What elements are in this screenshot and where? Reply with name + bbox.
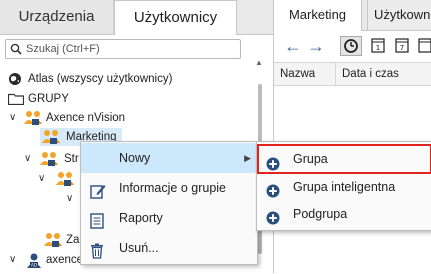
tree-item-child[interactable]: ∨ xyxy=(0,170,80,188)
tree-item-child-2[interactable]: ∨ xyxy=(0,190,80,208)
globe-icon xyxy=(8,72,22,92)
menu-item-reports[interactable]: Raporty xyxy=(81,203,257,233)
submenu-item-subgroup[interactable]: Podgrupa xyxy=(257,200,431,228)
context-menu: Nowy ▶ Informacje o grupie Raporty Usuń.… xyxy=(80,141,258,265)
calendar-month-icon[interactable] xyxy=(418,36,431,56)
ad-domain-icon: AD xyxy=(26,252,42,274)
submenu-item-smart-group[interactable]: Grupa inteligentna xyxy=(257,173,431,201)
table-header: Nazwa Data i czas xyxy=(274,62,431,86)
tree-item-label: Za xyxy=(66,234,80,246)
svg-text:AD: AD xyxy=(31,262,38,268)
tab-users[interactable]: Użytkownicy xyxy=(114,0,237,35)
tree-item-label: Str xyxy=(64,153,79,165)
search-box[interactable] xyxy=(5,39,241,59)
calendar-7-icon[interactable]: 7 xyxy=(395,36,409,56)
left-tab-bar: Urządzenia Użytkownicy xyxy=(0,0,273,35)
submenu-item-label: Grupa inteligentna xyxy=(293,180,396,194)
tree-item-groups[interactable]: GRUPY xyxy=(0,90,250,108)
svg-text:7: 7 xyxy=(400,44,404,52)
group-icon xyxy=(42,129,60,151)
menu-item-group-info[interactable]: Informacje o grupie xyxy=(81,173,257,203)
clock-icon[interactable] xyxy=(340,36,362,56)
trash-icon xyxy=(90,240,104,270)
menu-item-delete[interactable]: Usuń... xyxy=(81,233,257,263)
tree-item-str[interactable]: ∨ Str xyxy=(0,150,80,168)
right-panel: Marketing Użytkown ← → 1 7 Nazwa Data i … xyxy=(273,0,431,273)
menu-item-label: Usuń... xyxy=(119,241,159,255)
chevron-down-icon[interactable]: ∨ xyxy=(9,109,16,127)
tree-item-za[interactable]: Za xyxy=(0,231,80,249)
menu-item-new[interactable]: Nowy ▶ xyxy=(81,143,257,173)
menu-item-label: Informacje o grupie xyxy=(119,181,227,195)
tab-users-right[interactable]: Użytkown xyxy=(367,0,431,30)
tab-devices[interactable]: Urządzenia xyxy=(0,0,114,34)
submenu-new: Grupa Grupa inteligentna Podgrupa xyxy=(256,141,431,231)
tree-item-label: Atlas (wszyscy użytkownicy) xyxy=(28,73,173,85)
search-input[interactable] xyxy=(26,41,236,57)
column-datetime[interactable]: Data i czas xyxy=(336,63,431,85)
chevron-down-icon[interactable]: ∨ xyxy=(66,190,73,208)
menu-item-label: Nowy xyxy=(119,151,151,165)
chevron-down-icon[interactable]: ∨ xyxy=(9,251,16,269)
tree-item-label: GRUPY xyxy=(28,93,69,105)
tree-item-label: Axence nVision xyxy=(46,112,126,124)
toolbar: ← → 1 7 xyxy=(274,31,431,61)
search-icon xyxy=(10,43,22,58)
submenu-item-label: Grupa xyxy=(293,152,328,166)
submenu-item-label: Podgrupa xyxy=(293,207,348,221)
submenu-item-group[interactable]: Grupa xyxy=(257,144,431,174)
chevron-down-icon[interactable]: ∨ xyxy=(38,170,45,188)
scroll-up-icon[interactable]: ▲ xyxy=(255,58,263,67)
column-name[interactable]: Nazwa xyxy=(274,63,336,85)
tree-item-axence[interactable]: ∨ Axence nVision xyxy=(0,109,250,127)
menu-item-label: Raporty xyxy=(119,211,163,225)
tab-marketing[interactable]: Marketing xyxy=(274,0,362,31)
plus-circle-icon xyxy=(266,207,280,235)
right-tab-bar: Marketing Użytkown xyxy=(274,0,431,31)
calendar-1-icon[interactable]: 1 xyxy=(371,36,385,56)
svg-text:1: 1 xyxy=(376,44,380,52)
submenu-arrow-icon: ▶ xyxy=(244,153,251,163)
back-arrow-icon[interactable]: ← xyxy=(284,36,302,56)
chevron-down-icon[interactable]: ∨ xyxy=(24,150,31,168)
tree-item-atlas[interactable]: Atlas (wszyscy użytkownicy) xyxy=(0,70,250,88)
forward-arrow-icon[interactable]: → xyxy=(307,36,325,56)
